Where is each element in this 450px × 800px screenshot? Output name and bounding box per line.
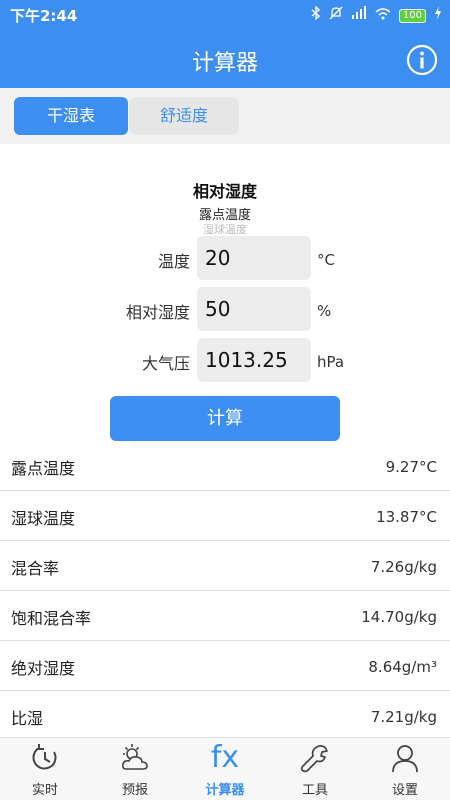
result-row: 饱和混合率 14.70g/kg	[0, 591, 450, 641]
bottom-nav: 实时 预报 fx 计算器 工具 设置	[0, 737, 450, 800]
result-row: 比湿 7.21g/kg	[0, 691, 450, 741]
page-title: 计算器	[191, 51, 258, 76]
fx-icon: fx	[210, 740, 240, 775]
battery-icon: 100	[398, 8, 426, 23]
signal-icon	[351, 6, 367, 25]
mode-tab-bar: 干湿表 舒适度	[0, 88, 450, 144]
pressure-label: 大气压	[141, 354, 190, 373]
result-value: 13.87°C	[376, 508, 437, 526]
pressure-unit: hPa	[317, 353, 345, 371]
nav-realtime[interactable]: 实时	[0, 738, 90, 800]
result-label: 饱和混合率	[11, 609, 92, 628]
wrench-icon	[300, 743, 330, 773]
info-icon[interactable]	[406, 44, 438, 76]
nav-tools[interactable]: 工具	[270, 738, 360, 800]
nav-label: 计算器	[205, 783, 245, 798]
humidity-unit: %	[317, 302, 332, 320]
mute-icon	[329, 6, 343, 25]
form-title: 相对湿度	[192, 182, 257, 201]
status-bar: 下午2:44 100	[0, 0, 450, 28]
nav-label: 工具	[301, 783, 328, 798]
charging-icon	[434, 6, 442, 25]
nav-forecast[interactable]: 预报	[90, 738, 180, 800]
result-label: 比湿	[11, 709, 44, 728]
result-label: 湿球温度	[11, 509, 76, 528]
result-row: 露点温度 9.27°C	[0, 441, 450, 491]
forecast-icon	[120, 743, 150, 773]
result-value: 9.27°C	[385, 458, 437, 476]
result-label: 绝对湿度	[11, 659, 76, 678]
nav-calculator[interactable]: fx 计算器	[180, 738, 270, 800]
realtime-icon	[30, 743, 60, 773]
humidity-label: 相对湿度	[125, 303, 190, 322]
form-subtitle-faded: 湿球温度	[203, 224, 247, 234]
result-row: 绝对湿度 8.64g/m³	[0, 641, 450, 691]
app-header: 下午2:44 100 计算器	[0, 0, 450, 88]
result-value: 7.21g/kg	[370, 708, 437, 726]
nav-label: 实时	[31, 783, 58, 798]
status-icons: 100	[311, 5, 442, 25]
person-icon	[390, 743, 420, 773]
result-label: 混合率	[11, 559, 60, 578]
result-value: 8.64g/m³	[368, 658, 437, 676]
result-row: 混合率 7.26g/kg	[0, 541, 450, 591]
result-row: 湿球温度 13.87°C	[0, 491, 450, 541]
nav-label: 预报	[121, 783, 148, 798]
result-value: 14.70g/kg	[361, 608, 437, 626]
tab-comfort[interactable]: 舒适度	[129, 97, 239, 135]
temperature-input[interactable]	[197, 236, 311, 280]
temperature-label: 温度	[157, 252, 190, 271]
status-time: 下午2:44	[10, 7, 78, 25]
form-subtitle: 露点温度	[198, 208, 251, 223]
wifi-icon	[375, 7, 391, 25]
temperature-unit: °C	[317, 251, 335, 269]
result-value: 7.26g/kg	[370, 558, 437, 576]
tab-psychrometer[interactable]: 干湿表	[14, 97, 128, 135]
nav-label: 设置	[391, 783, 418, 798]
nav-settings[interactable]: 设置	[360, 738, 450, 800]
bluetooth-icon	[311, 5, 321, 25]
pressure-input[interactable]	[197, 338, 311, 382]
result-label: 露点温度	[11, 459, 76, 478]
humidity-input[interactable]	[197, 287, 311, 331]
calculate-button[interactable]: 计算	[110, 396, 340, 441]
